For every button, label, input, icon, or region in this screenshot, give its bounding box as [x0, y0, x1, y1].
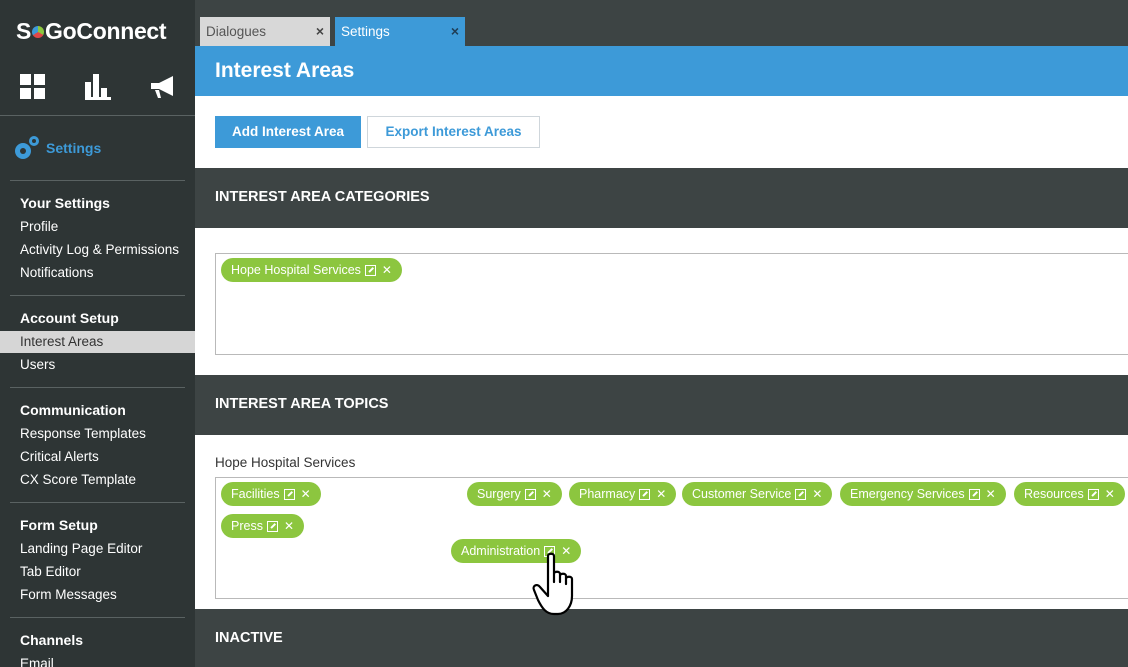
sidebar-item-critical-alerts[interactable]: Critical Alerts	[0, 446, 195, 468]
close-icon[interactable]: ✕	[301, 482, 311, 506]
settings-label: Settings	[46, 140, 102, 156]
close-icon[interactable]: ✕	[284, 514, 294, 538]
sidebar-divider	[10, 617, 185, 618]
chip-topic[interactable]: Facilities ✕	[221, 482, 321, 506]
tab-label: Settings	[341, 24, 390, 39]
sidebar-item-users[interactable]: Users	[0, 354, 195, 376]
edit-icon[interactable]	[266, 520, 278, 532]
gears-icon	[15, 136, 39, 159]
sidebar-item-email[interactable]: Email	[0, 653, 195, 667]
topics-panel: Facilities ✕ Surgery ✕ Pharmacy ✕ Custom…	[215, 477, 1128, 599]
close-icon[interactable]: ✕	[382, 258, 392, 282]
page-title: Interest Areas	[215, 59, 355, 82]
inactive-section-header: INACTIVE	[195, 609, 1128, 667]
edit-icon[interactable]	[968, 488, 980, 500]
chip-label: Facilities	[231, 487, 280, 501]
chip-label: Resources	[1024, 487, 1084, 501]
dashboard-icon[interactable]	[0, 70, 65, 104]
tab-label: Dialogues	[206, 24, 267, 39]
sidebar-item-form-messages[interactable]: Form Messages	[0, 584, 195, 606]
sidebar-divider	[10, 502, 185, 503]
group-form-setup: Form Setup	[20, 517, 98, 533]
edit-icon[interactable]	[524, 488, 536, 500]
close-icon[interactable]: ×	[451, 17, 459, 46]
tab-settings[interactable]: Settings ×	[335, 17, 465, 46]
chip-label: Emergency Services	[850, 487, 965, 501]
chip-label: Pharmacy	[579, 487, 636, 501]
sidebar-item-cx-score-template[interactable]: CX Score Template	[0, 469, 195, 491]
chip-topic[interactable]: Surgery ✕	[467, 482, 562, 506]
megaphone-icon[interactable]	[130, 70, 195, 104]
bar-chart-icon[interactable]	[65, 70, 130, 104]
sidebar-divider	[10, 387, 185, 388]
chip-topic[interactable]: Resources ✕	[1014, 482, 1125, 506]
categories-panel: Hope Hospital Services ✕	[215, 253, 1128, 355]
edit-icon[interactable]	[283, 488, 295, 500]
sidebar-item-profile[interactable]: Profile	[0, 216, 195, 238]
chip-topic[interactable]: Customer Service ✕	[682, 482, 833, 506]
categories-section-header: INTEREST AREA CATEGORIES	[195, 168, 1128, 228]
chip-topic[interactable]: Press ✕	[221, 514, 305, 538]
tab-bar: Dialogues × Settings ×	[195, 0, 1128, 46]
chip-topic[interactable]: Pharmacy ✕	[569, 482, 677, 506]
logo-dot-icon	[32, 26, 45, 38]
hand-cursor-icon	[532, 552, 574, 616]
export-interest-areas-button[interactable]: Export Interest Areas	[367, 116, 540, 148]
tab-dialogues[interactable]: Dialogues ×	[200, 17, 330, 46]
sidebar-item-notifications[interactable]: Notifications	[0, 262, 195, 284]
sidebar-item-activity-log[interactable]: Activity Log & Permissions	[0, 239, 195, 261]
settings-header[interactable]: Settings	[12, 134, 101, 162]
sidebar-item-landing-page-editor[interactable]: Landing Page Editor	[0, 538, 195, 560]
chip-topic[interactable]: Emergency Services ✕	[840, 482, 1006, 506]
sogoconnect-logo[interactable]: S GoConnect	[16, 18, 167, 45]
close-icon[interactable]: ✕	[542, 482, 552, 506]
sidebar-item-interest-areas[interactable]: Interest Areas	[0, 331, 195, 353]
chip-label: Hope Hospital Services	[231, 263, 361, 277]
chip-label: Surgery	[477, 487, 521, 501]
close-icon[interactable]: ×	[316, 17, 324, 46]
edit-icon[interactable]	[639, 488, 651, 500]
page-header: Interest Areas	[195, 46, 1128, 96]
edit-icon[interactable]	[1087, 488, 1099, 500]
close-icon[interactable]: ✕	[812, 482, 822, 506]
main-content: Interest Areas Add Interest Area Export …	[195, 46, 1128, 667]
topics-section-header: INTEREST AREA TOPICS	[195, 375, 1128, 435]
group-communication: Communication	[20, 402, 126, 418]
close-icon[interactable]: ✕	[1105, 482, 1115, 506]
group-account-setup: Account Setup	[20, 310, 119, 326]
chip-label: Customer Service	[692, 487, 792, 501]
edit-icon[interactable]	[364, 264, 376, 276]
sidebar-divider	[10, 180, 185, 181]
sidebar-item-tab-editor[interactable]: Tab Editor	[0, 561, 195, 583]
chip-category[interactable]: Hope Hospital Services ✕	[221, 258, 402, 282]
add-interest-area-button[interactable]: Add Interest Area	[215, 116, 361, 148]
group-channels: Channels	[20, 632, 84, 648]
sidebar: S GoConnect Settings Your Settings Profil…	[0, 0, 195, 667]
edit-icon[interactable]	[795, 488, 807, 500]
sidebar-divider	[0, 115, 195, 116]
close-icon[interactable]: ✕	[986, 482, 996, 506]
sidebar-item-response-templates[interactable]: Response Templates	[0, 423, 195, 445]
chip-label: Administration	[461, 544, 541, 558]
sidebar-divider	[10, 295, 185, 296]
close-icon[interactable]: ✕	[656, 482, 666, 506]
topic-group-label: Hope Hospital Services	[215, 455, 356, 470]
main-nav	[0, 70, 195, 104]
group-your-settings: Your Settings	[20, 195, 110, 211]
chip-label: Press	[231, 519, 263, 533]
